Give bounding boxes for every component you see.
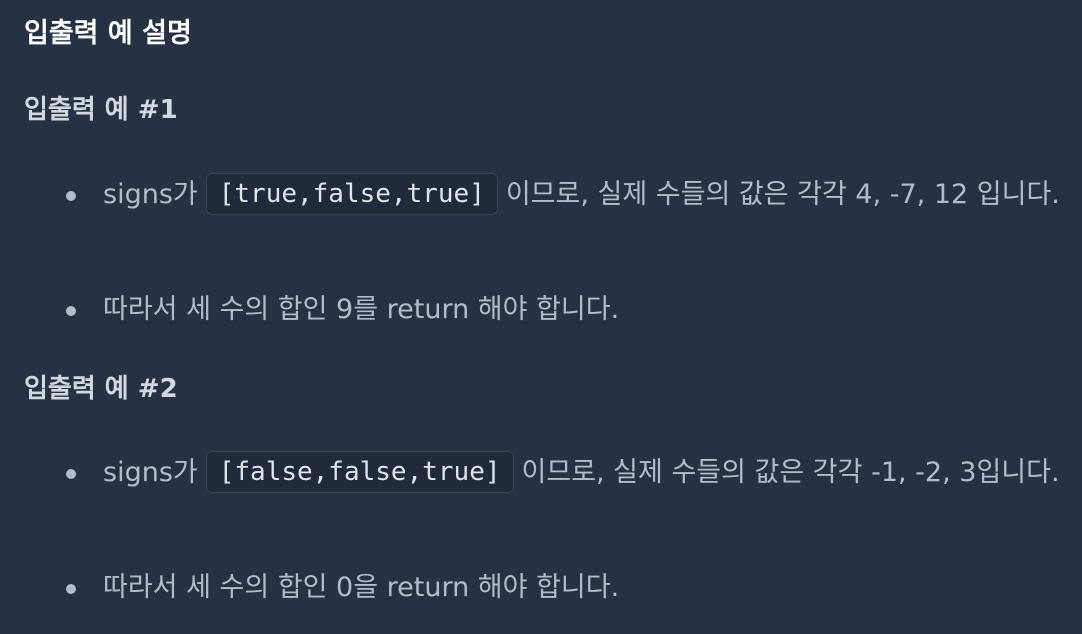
list-item: 따라서 세 수의 합인 0을 return 해야 합니다. (66, 563, 1066, 613)
list-item: signs가 [true,false,true] 이므로, 실제 수들의 값은 각각… (66, 170, 1066, 270)
list-item-suffix: 이므로, 실제 수들의 값은 각각 4, -7, 12 입니다. (505, 179, 1060, 210)
list-item-text: 따라서 세 수의 합인 9를 return 해야 합니다. (103, 294, 620, 325)
bullet-icon (66, 584, 76, 594)
list-item-text: signs가 [false,false,true] 이므로, 실제 수들의 값은 각… (103, 448, 1063, 498)
list-item: 따라서 세 수의 합인 9를 return 해야 합니다. (66, 285, 1066, 335)
example-2-title: 입출력 예 #2 (24, 374, 178, 404)
example-1-title: 입출력 예 #1 (24, 95, 178, 125)
list-item-suffix: 이므로, 실제 수들의 값은 각각 -1, -2, 3입니다. (521, 457, 1060, 488)
inline-code: [true,false,true] (205, 173, 498, 215)
list-item: signs가 [false,false,true] 이므로, 실제 수들의 값은 각… (66, 448, 1066, 548)
bullet-icon (66, 469, 76, 479)
page-title: 입출력 예 설명 (24, 18, 192, 49)
inline-code: [false,false,true] (205, 451, 514, 493)
list-item-text: 따라서 세 수의 합인 0을 return 해야 합니다. (103, 572, 620, 603)
list-item-prefix: signs가 (103, 179, 198, 210)
bullet-icon (66, 306, 76, 316)
list-item-text: signs가 [true,false,true] 이므로, 실제 수들의 값은 각각… (103, 170, 1063, 220)
list-item-prefix: signs가 (103, 457, 198, 488)
bullet-icon (66, 191, 76, 201)
